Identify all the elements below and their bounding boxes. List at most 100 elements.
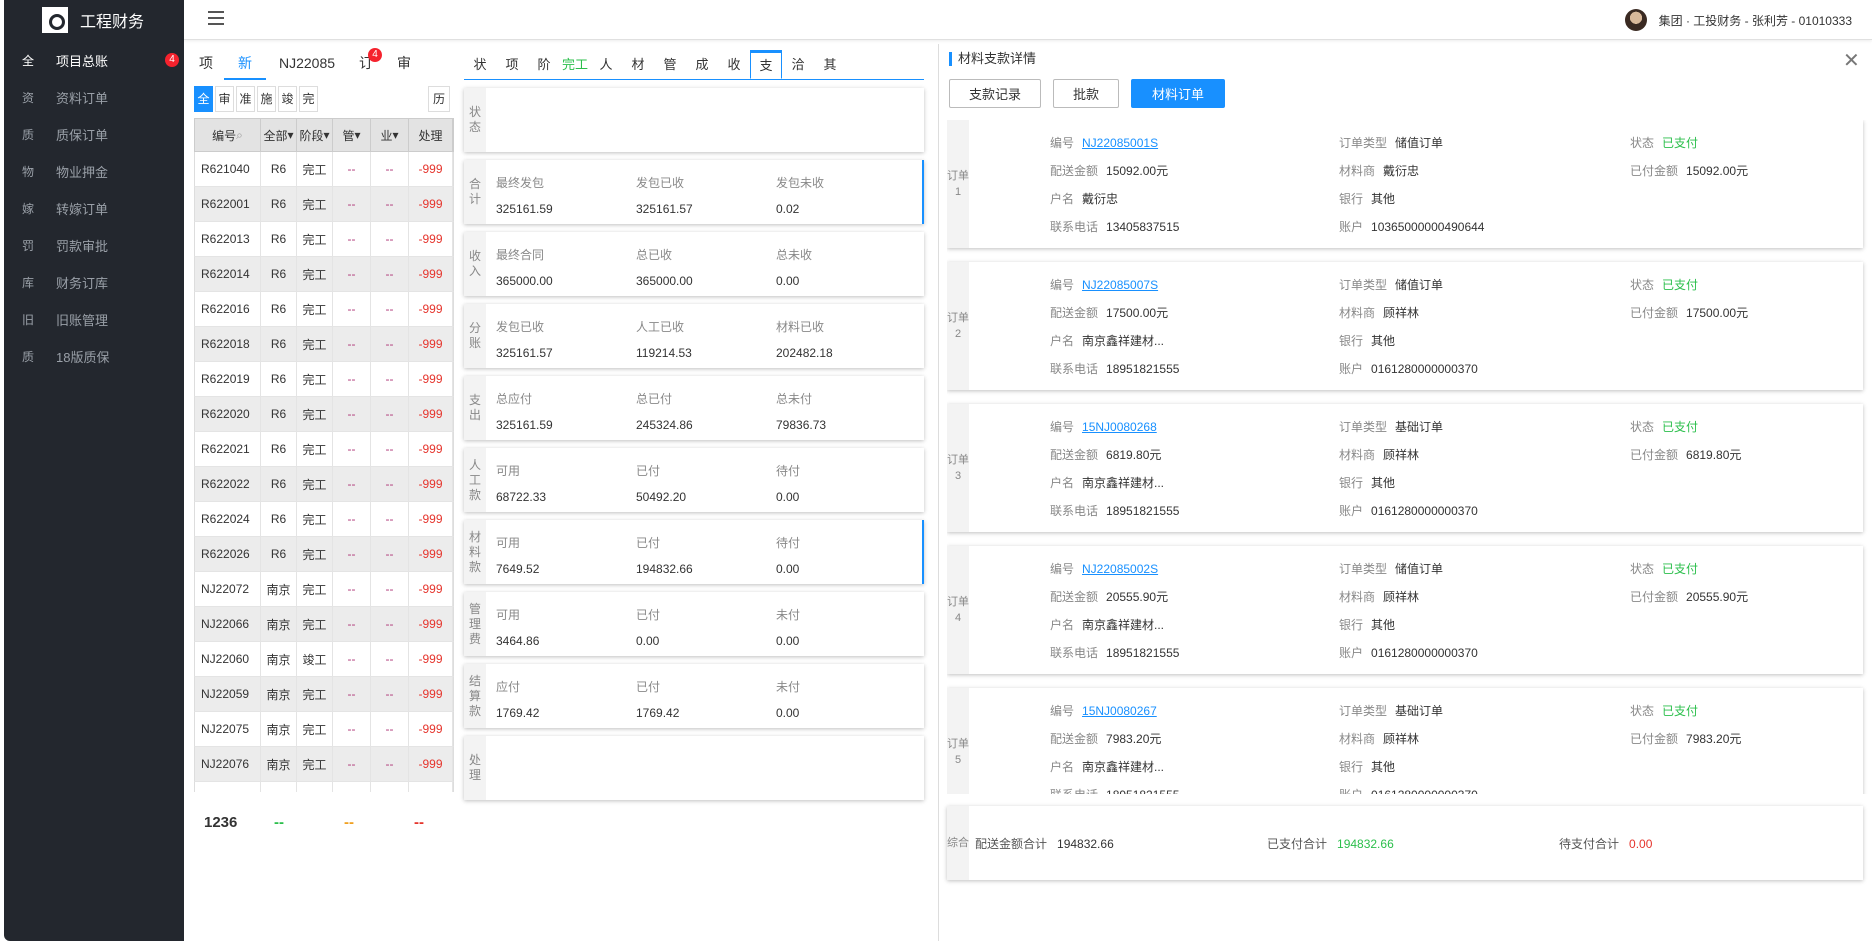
summary-tab[interactable]: 支 (750, 50, 782, 79)
column-header[interactable]: 编号 ⌕ (195, 119, 261, 151)
table-row[interactable]: R622026 R6 完工 -- -- -999 (194, 537, 454, 572)
field-value: 0.00 (776, 706, 800, 720)
column-header[interactable]: 阶段 ▾ (297, 119, 333, 151)
field-label: 已付 (636, 608, 661, 622)
sidebar-item[interactable]: 资 资料订单 (4, 77, 184, 117)
chevron-down-icon[interactable]: ▾ (287, 128, 293, 142)
app-logo: 工程财务 (42, 4, 182, 36)
filter-chip[interactable]: 竣 (278, 86, 297, 112)
list-tab-label: 新 (238, 55, 252, 71)
table-row[interactable]: R622024 R6 完工 -- -- -999 (194, 502, 454, 537)
sidebar-item[interactable]: 旧 旧账管理 (4, 299, 184, 339)
table-row[interactable]: R622018 R6 完工 -- -- -999 (194, 327, 454, 362)
table-row[interactable]: NJ22066 南京 完工 -- -- -999 (194, 607, 454, 642)
table-row[interactable]: R622021 R6 完工 -- -- -999 (194, 432, 454, 467)
table-cell: R6 (261, 257, 297, 291)
summary-tab[interactable]: 项 (496, 50, 528, 79)
summary-tab[interactable]: 完工 (560, 50, 590, 79)
column-header[interactable]: 处理 (409, 119, 453, 151)
list-tab[interactable]: 审 (390, 52, 418, 80)
chevron-down-icon[interactable]: ▾ (392, 128, 398, 142)
detail-tab-button[interactable]: 批款 (1053, 79, 1119, 108)
sidebar-item[interactable]: 全 项目总账 4 (4, 40, 184, 80)
table-cell: -- (333, 572, 371, 606)
card-field: 总应付 325161.59 (496, 390, 553, 432)
column-header[interactable]: 管 ▾ (333, 119, 371, 151)
table-cell: -999 (409, 502, 453, 536)
table-row[interactable]: R622020 R6 完工 -- -- -999 (194, 397, 454, 432)
table-row[interactable]: NJ22078南京完工-----999 (194, 782, 454, 792)
chevron-down-icon[interactable]: ▾ (354, 128, 360, 142)
summary-tab[interactable]: 管 (654, 50, 686, 79)
material-payment-detail: 材料支款详情 ✕ 支款记录 批款 材料订单 订单1 编号 NJ22085001S 订单类型… (938, 44, 1872, 941)
stage-filter: 全审准施竣完 历 (194, 84, 454, 114)
menu-toggle-icon[interactable] (208, 11, 224, 25)
order-label: 订单2 (947, 262, 969, 390)
table-row[interactable]: R622013 R6 完工 -- -- -999 (194, 222, 454, 257)
table-cell: R621040 (195, 152, 261, 186)
table-row[interactable]: NJ22076 南京 完工 -- -- -999 (194, 747, 454, 782)
summary-tab[interactable]: 成 (686, 50, 718, 79)
filter-chip[interactable]: 准 (236, 86, 255, 112)
history-button[interactable]: 历 (428, 86, 450, 112)
field-label: 待付 (776, 464, 801, 478)
table-cell: R6 (261, 292, 297, 326)
table-row[interactable]: NJ22060 南京 竣工 -- -- -999 (194, 642, 454, 677)
table-row[interactable]: R622019 R6 完工 -- -- -999 (194, 362, 454, 397)
order-field-label: 材料商 (1339, 164, 1376, 178)
order-number-link[interactable]: 15NJ0080267 (1082, 704, 1157, 718)
order-field-value: 18951821555 (1106, 646, 1180, 660)
table-row[interactable]: R622001 R6 完工 -- -- -999 (194, 187, 454, 222)
table-row[interactable]: R622014 R6 完工 -- -- -999 (194, 257, 454, 292)
order-field-label: 材料商 (1339, 590, 1376, 604)
filter-chip[interactable]: 审 (215, 86, 234, 112)
column-header[interactable]: 业 ▾ (371, 119, 409, 151)
chevron-down-icon[interactable]: ▾ (323, 128, 329, 142)
summary-tab[interactable]: 材 (622, 50, 654, 79)
detail-tab-button[interactable]: 材料订单 (1131, 79, 1225, 108)
order-number-link[interactable]: NJ22085007S (1082, 278, 1158, 292)
list-tab[interactable]: NJ22085 (272, 52, 342, 80)
table-row[interactable]: R622016 R6 完工 -- -- -999 (194, 292, 454, 327)
table-cell: -999 (409, 677, 453, 711)
search-icon[interactable]: ⌕ (236, 128, 243, 143)
order-field: 联系电话 13405837515 (1050, 218, 1179, 235)
table-row[interactable]: R621040 R6 完工 -- -- -999 (194, 152, 454, 187)
order-number-link[interactable]: NJ22085002S (1082, 562, 1158, 576)
order-field-label: 编号 (1050, 562, 1075, 576)
user-info[interactable]: 集团 · 工投财务 - 张利芳 - 01010333 (1624, 9, 1852, 31)
summary-tab[interactable]: 人 (590, 50, 622, 79)
summary-tab[interactable]: 洽 (782, 50, 814, 79)
summary-tab[interactable]: 状 (464, 50, 496, 79)
table-cell: 南京 (261, 677, 297, 711)
order-number-link[interactable]: NJ22085001S (1082, 136, 1158, 150)
table-body: R621040 R6 完工 -- -- -999 R622001 R6 完工 -- -- -999 R6… (194, 152, 454, 792)
table-row[interactable]: R622022 R6 完工 -- -- -999 (194, 467, 454, 502)
filter-chip[interactable]: 完 (299, 86, 318, 112)
table-row[interactable]: NJ22072 南京 完工 -- -- -999 (194, 572, 454, 607)
list-tab[interactable]: 新 (224, 52, 266, 80)
detail-tab-button[interactable]: 支款记录 (949, 79, 1041, 108)
sidebar-item[interactable]: 嫁 转嫁订单 (4, 188, 184, 228)
sidebar-item[interactable]: 质 质保订单 (4, 114, 184, 154)
filter-chip[interactable]: 施 (257, 86, 276, 112)
table-cell: R622020 (195, 397, 261, 431)
sidebar-item[interactable]: 库 财务订库 (4, 262, 184, 302)
table-cell: -- (371, 502, 409, 536)
table-row[interactable]: NJ22075 南京 完工 -- -- -999 (194, 712, 454, 747)
order-field-value: 基础订单 (1395, 420, 1444, 434)
filter-chip[interactable]: 全 (194, 86, 213, 112)
table-row[interactable]: NJ22059 南京 完工 -- -- -999 (194, 677, 454, 712)
sidebar-item[interactable]: 罚 罚款审批 (4, 225, 184, 265)
order-number-link[interactable]: 15NJ0080268 (1082, 420, 1157, 434)
column-header[interactable]: 全部 ▾ (261, 119, 297, 151)
close-icon[interactable]: ✕ (1843, 48, 1860, 73)
avatar[interactable] (1624, 9, 1647, 31)
sidebar-item[interactable]: 质 18版质保 (4, 336, 184, 376)
summary-tab[interactable]: 收 (718, 50, 750, 79)
sidebar-item[interactable]: 物 物业押金 (4, 151, 184, 191)
list-tab[interactable]: 项 (194, 52, 218, 80)
list-tab[interactable]: 订4 (348, 48, 384, 80)
summary-tab[interactable]: 阶 (528, 50, 560, 79)
summary-tab[interactable]: 其 (814, 50, 846, 79)
